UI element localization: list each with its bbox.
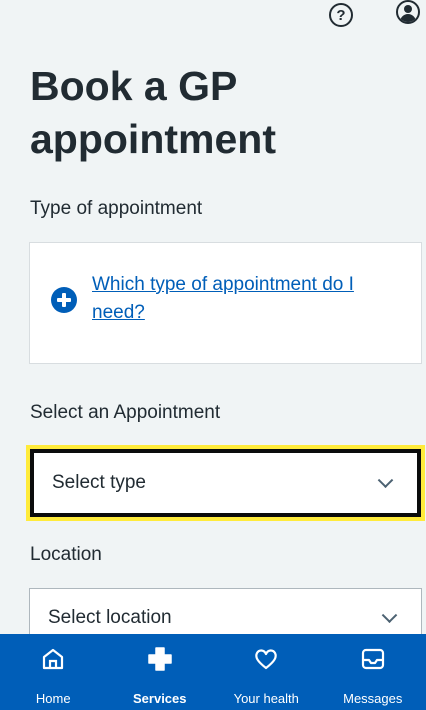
location-select-value: Select location [48, 607, 172, 628]
nav-label-your-health: Your health [233, 691, 299, 706]
bottom-navigation: Home Services Your health Messages [0, 634, 426, 710]
chevron-down-icon [377, 472, 394, 489]
appointment-type-select-value: Select type [52, 472, 146, 493]
which-appointment-link[interactable]: Which type of appointment do I need? [92, 271, 392, 327]
appointment-type-label: Type of appointment [30, 198, 203, 219]
location-label: Location [30, 544, 102, 565]
appointment-type-select[interactable]: Select type [30, 449, 421, 517]
nav-label-home: Home [35, 691, 71, 706]
page-title: Book a GP appointment [30, 63, 276, 162]
page: ? Book a GP appointment Type of appointm… [0, 0, 426, 710]
chevron-down-icon [381, 607, 398, 624]
help-icon[interactable]: ? [329, 3, 353, 27]
plus-cross-icon [148, 647, 172, 671]
home-icon [43, 648, 64, 670]
nav-item-messages[interactable]: Messages [320, 634, 426, 710]
nav-item-home[interactable]: Home [0, 634, 107, 710]
inbox-icon [361, 648, 384, 670]
appointment-type-help-card: Which type of appointment do I need? [29, 242, 422, 364]
heart-icon [255, 649, 278, 670]
nav-item-your-health[interactable]: Your health [213, 634, 320, 710]
account-head-shape [404, 5, 412, 13]
plus-circle-icon [51, 287, 77, 313]
nav-label-services: Services [133, 691, 187, 706]
top-bar: ? [0, 0, 426, 36]
nav-label-messages: Messages [343, 691, 403, 706]
account-icon[interactable] [396, 0, 420, 24]
account-body-shape [400, 14, 416, 22]
help-glyph: ? [336, 6, 346, 24]
select-appointment-label: Select an Appointment [30, 402, 221, 423]
nav-item-services[interactable]: Services [107, 634, 214, 710]
